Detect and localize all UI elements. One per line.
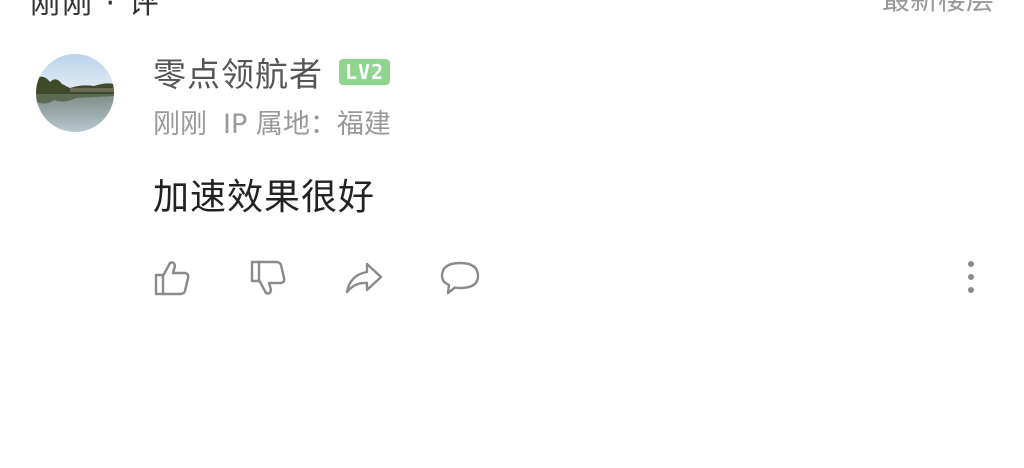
- comment-time: 刚刚: [153, 109, 207, 140]
- top-cut-header: 刚刚 · 评 最新楼层: [0, 0, 1024, 21]
- level-badge: LV2: [339, 59, 391, 85]
- username[interactable]: 零点领航者: [153, 48, 323, 96]
- header-right-fragment[interactable]: 最新楼层: [882, 0, 994, 18]
- share-button[interactable]: [342, 256, 386, 300]
- avatar-image: [36, 54, 114, 132]
- comment-actions: [150, 255, 482, 301]
- like-button[interactable]: [150, 256, 194, 300]
- share-icon: [345, 262, 383, 294]
- comment-meta: 刚刚 IP 属地：福建: [153, 102, 391, 141]
- dislike-button[interactable]: [246, 256, 290, 300]
- username-row: 零点领航者 LV2: [153, 48, 391, 96]
- more-options-button[interactable]: [955, 255, 987, 299]
- ip-location: IP 属地：福建: [223, 109, 391, 140]
- more-icon: [968, 261, 974, 293]
- thumbs-up-icon: [154, 261, 190, 296]
- reply-button[interactable]: [438, 256, 482, 300]
- comment-icon: [440, 261, 480, 295]
- avatar[interactable]: [36, 54, 114, 132]
- comment-text: 加速效果很好: [153, 177, 376, 218]
- thumbs-down-icon: [250, 260, 286, 295]
- comment-page: 刚刚 · 评 最新楼层 零点领航者 LV2 刚刚: [0, 0, 1024, 468]
- header-left-fragment: 刚刚 · 评: [30, 0, 161, 21]
